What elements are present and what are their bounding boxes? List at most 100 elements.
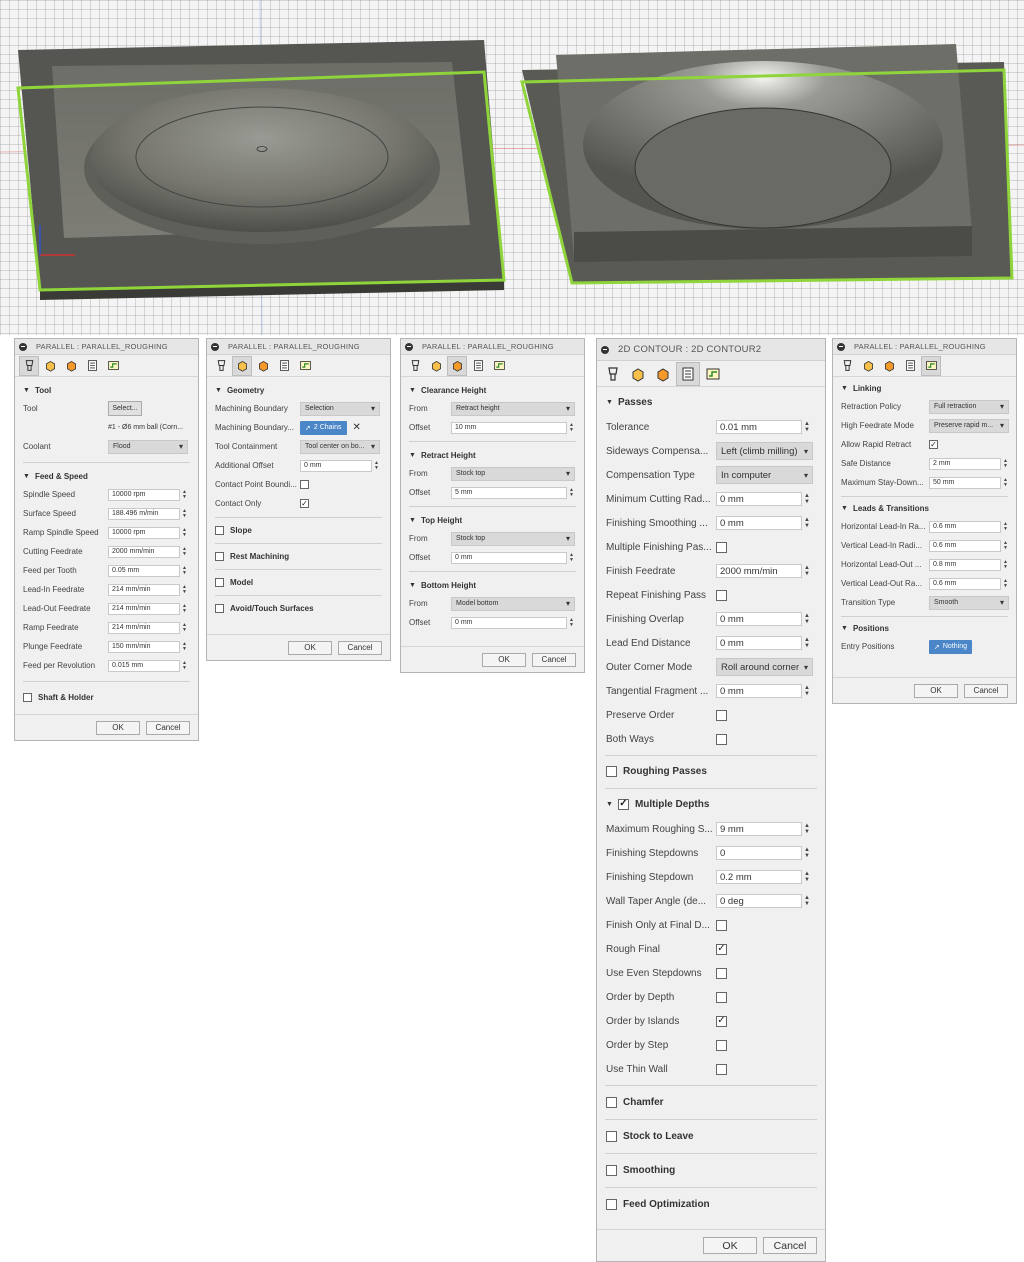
- section-tool[interactable]: ▼ Tool: [15, 381, 198, 399]
- checkbox[interactable]: [606, 1164, 617, 1176]
- outer-corner-dropdown[interactable]: Roll around corner: [716, 658, 813, 676]
- order-depth-checkbox[interactable]: [716, 991, 727, 1003]
- from-dropdown[interactable]: Stock top: [451, 466, 575, 481]
- stepper[interactable]: ▲ ▼: [569, 422, 574, 433]
- final-only-checkbox[interactable]: [716, 919, 727, 931]
- stepper[interactable]: ▲ ▼: [182, 508, 187, 519]
- offset-input[interactable]: 5 mm: [451, 486, 567, 499]
- multi-finishing-checkbox[interactable]: [716, 541, 727, 553]
- stepper[interactable]: ▲ ▼: [182, 603, 187, 614]
- stepper[interactable]: ▲ ▼: [1003, 540, 1008, 551]
- stepper[interactable]: ▲ ▼: [182, 489, 187, 500]
- offset-input[interactable]: 0 mm: [300, 459, 372, 472]
- stepper[interactable]: ▲ ▼: [182, 565, 187, 576]
- from-dropdown[interactable]: Retract height: [451, 401, 575, 416]
- section-rest-machining[interactable]: Rest Machining: [207, 547, 390, 565]
- stepper[interactable]: ▲ ▼: [569, 487, 574, 498]
- tab-heights[interactable]: [61, 356, 81, 376]
- collapse-icon[interactable]: [837, 342, 845, 351]
- entry-positions-chip[interactable]: ➚ Nothing: [929, 639, 973, 654]
- stepper[interactable]: ▲ ▼: [804, 895, 810, 907]
- tab-linking[interactable]: [701, 362, 725, 386]
- section-feed-optimization[interactable]: Feed Optimization: [597, 1191, 825, 1217]
- feed-input[interactable]: 2000 mm/min: [108, 545, 180, 558]
- feed-input[interactable]: 0.05 mm: [108, 564, 180, 577]
- tab-geometry[interactable]: [426, 356, 446, 376]
- cancel-button[interactable]: Cancel: [146, 720, 190, 735]
- tab-linking[interactable]: [489, 356, 509, 376]
- feed-input[interactable]: 10000 rpm: [108, 526, 180, 539]
- collapse-icon[interactable]: [405, 342, 413, 351]
- checkbox[interactable]: [23, 692, 32, 702]
- stepper[interactable]: ▲ ▼: [1003, 521, 1008, 532]
- stepper[interactable]: ▲ ▼: [804, 565, 810, 577]
- tab-tool[interactable]: [837, 356, 857, 376]
- offset-input[interactable]: 0 mm: [451, 616, 567, 629]
- stepper[interactable]: ▲ ▼: [1003, 559, 1008, 570]
- tab-geometry[interactable]: [232, 355, 252, 376]
- collapse-icon[interactable]: [19, 342, 27, 351]
- checkbox[interactable]: ✓: [617, 798, 629, 810]
- tab-passes[interactable]: [82, 356, 102, 376]
- safe-distance-input[interactable]: 2 mm: [929, 457, 1001, 470]
- taper-input[interactable]: 0 deg: [716, 894, 802, 908]
- section-passes[interactable]: ▼ Passes: [597, 389, 825, 415]
- order-step-checkbox[interactable]: [716, 1039, 727, 1051]
- coolant-dropdown[interactable]: Flood: [108, 439, 188, 454]
- section-leads-transitions[interactable]: ▼ Leads & Transitions: [833, 499, 1016, 517]
- stepper[interactable]: ▲ ▼: [804, 871, 810, 883]
- containment-dropdown[interactable]: Tool center on bo...: [300, 439, 380, 454]
- stay-down-input[interactable]: 50 mm: [929, 476, 1001, 489]
- checkbox[interactable]: [606, 1130, 617, 1142]
- section-avoid-touch[interactable]: Avoid/Touch Surfaces: [207, 599, 390, 617]
- stepper[interactable]: ▲ ▼: [182, 546, 187, 557]
- section-geometry[interactable]: ▼ Geometry: [207, 381, 390, 399]
- tolerance-input[interactable]: 0.01 mm: [716, 420, 802, 434]
- tab-geometry[interactable]: [858, 356, 878, 376]
- tab-linking[interactable]: [921, 355, 941, 376]
- section-feed-speed[interactable]: ▼ Feed & Speed: [15, 467, 198, 485]
- stepper[interactable]: ▲ ▼: [1003, 458, 1008, 469]
- feed-input[interactable]: 214 mm/min: [108, 602, 180, 615]
- cancel-button[interactable]: Cancel: [964, 683, 1008, 698]
- stepper[interactable]: ▲ ▼: [1003, 477, 1008, 488]
- smoothing-input[interactable]: 0 mm: [716, 516, 802, 530]
- ok-button[interactable]: OK: [914, 683, 958, 698]
- checkbox[interactable]: [215, 577, 224, 587]
- vertical-lead-in-input[interactable]: 0.6 mm: [929, 539, 1001, 552]
- horizontal-lead-in-input[interactable]: 0.6 mm: [929, 520, 1001, 533]
- feed-input[interactable]: 188.496 m/min: [108, 507, 180, 520]
- feed-input[interactable]: 214 mm/min: [108, 621, 180, 634]
- from-dropdown[interactable]: Model bottom: [451, 596, 575, 611]
- checkbox[interactable]: [215, 551, 224, 561]
- overlap-input[interactable]: 0 mm: [716, 612, 802, 626]
- section-chamfer[interactable]: Chamfer: [597, 1089, 825, 1115]
- finish-feed-input[interactable]: 2000 mm/min: [716, 564, 802, 578]
- preserve-checkbox[interactable]: [716, 709, 727, 721]
- tab-heights[interactable]: [253, 356, 273, 376]
- horizontal-lead-out-input[interactable]: 0.8 mm: [929, 558, 1001, 571]
- tab-passes[interactable]: [676, 361, 700, 386]
- stepper[interactable]: ▲ ▼: [804, 493, 810, 505]
- fin-step-input[interactable]: 0.2 mm: [716, 870, 802, 884]
- section-linking[interactable]: ▼ Linking: [833, 379, 1016, 397]
- stepper[interactable]: ▲ ▼: [804, 685, 810, 697]
- section-height[interactable]: ▼ Clearance Height: [401, 381, 584, 399]
- tab-linking[interactable]: [103, 356, 123, 376]
- tab-heights[interactable]: [879, 356, 899, 376]
- stepper[interactable]: ▲ ▼: [804, 823, 810, 835]
- stepper[interactable]: ▲ ▼: [804, 613, 810, 625]
- rough-final-checkbox[interactable]: ✓: [716, 943, 727, 955]
- stepper[interactable]: ▲ ▼: [569, 552, 574, 563]
- cancel-button[interactable]: Cancel: [338, 640, 382, 655]
- stepper[interactable]: ▲ ▼: [182, 584, 187, 595]
- high-feed-dropdown[interactable]: Preserve rapid m...: [929, 418, 1009, 433]
- section-smoothing[interactable]: Smoothing: [597, 1157, 825, 1183]
- max-step-input[interactable]: 9 mm: [716, 822, 802, 836]
- tab-tool[interactable]: [211, 356, 231, 376]
- stepper[interactable]: ▲ ▼: [182, 641, 187, 652]
- collapse-icon[interactable]: [211, 342, 219, 351]
- stepper[interactable]: ▲ ▼: [182, 527, 187, 538]
- tool-select-button[interactable]: Select...: [108, 401, 142, 416]
- checkbox[interactable]: [215, 603, 224, 613]
